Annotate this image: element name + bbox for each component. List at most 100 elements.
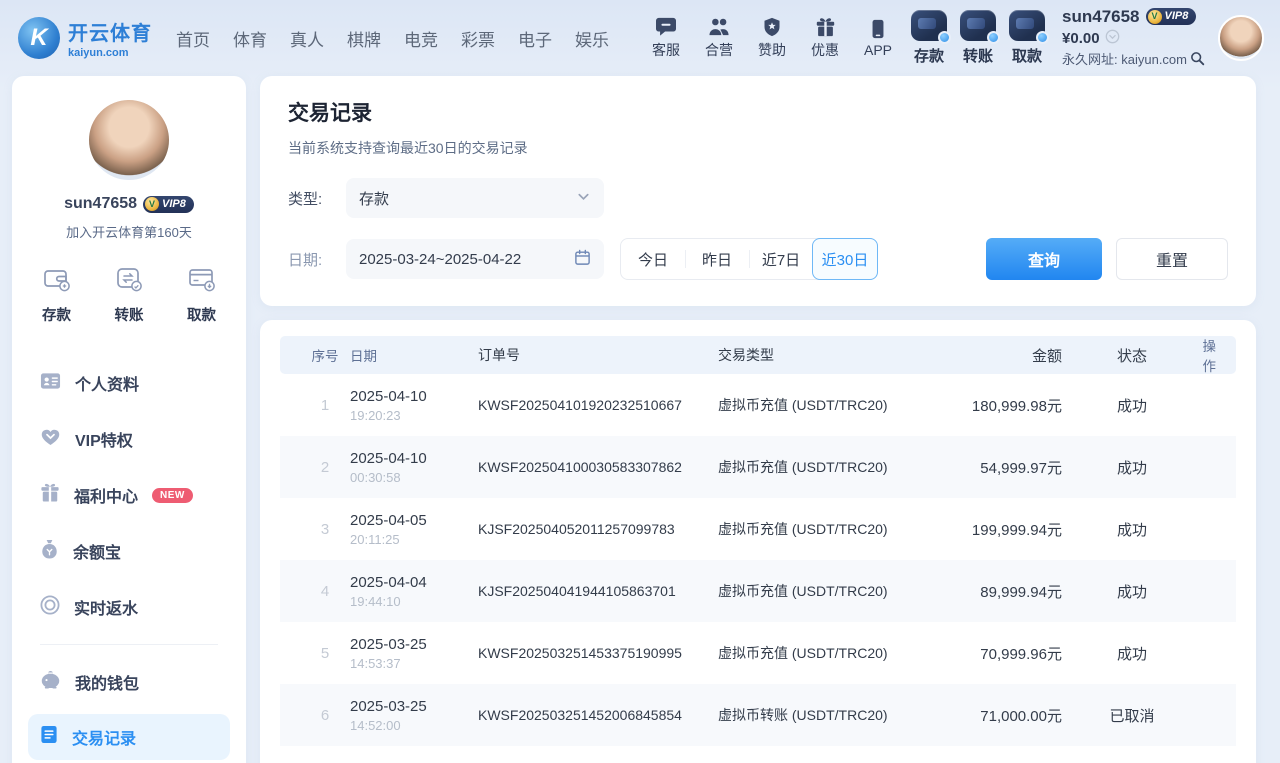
withdraw-icon: [1009, 10, 1045, 41]
brand-domain: kaiyun.com: [68, 47, 152, 59]
id-card-icon: [40, 372, 61, 395]
row-status: 成功: [1062, 395, 1202, 416]
sidebar-item-vip[interactable]: VIP特权: [40, 411, 218, 467]
withdraw-button[interactable]: 取款: [1009, 10, 1045, 66]
piggy-bank-icon: [40, 670, 61, 694]
sidebar-item-wallet[interactable]: 我的钱包: [40, 654, 218, 710]
row-amount: 54,999.97元: [932, 457, 1062, 478]
nav-item-sports[interactable]: 体育: [233, 26, 267, 51]
row-status: 成功: [1062, 581, 1202, 602]
transaction-filter-panel: 交易记录 当前系统支持查询最近30日的交易记录 类型: 存款 日期: 2025-…: [260, 76, 1256, 306]
type-select[interactable]: 存款: [346, 178, 604, 218]
gift-icon: [40, 483, 60, 507]
profile-vip-badge: VVIP8: [143, 196, 194, 213]
type-label: 类型:: [288, 188, 334, 209]
transfer-icon: [115, 266, 143, 297]
sponsor-badge-icon: [762, 17, 782, 37]
permanent-url: 永久网址: kaiyun.com: [1062, 52, 1187, 68]
row-index: 1: [300, 397, 350, 414]
transaction-list-icon: [40, 725, 58, 749]
date-range-input[interactable]: 2025-03-24~2025-04-22: [346, 239, 604, 279]
sidebar-item-yuebao[interactable]: 余额宝: [40, 523, 218, 579]
table-header: 序号 日期 订单号 交易类型 金额 状态 操作: [280, 336, 1236, 374]
profile-sidebar: sun47658 VVIP8 加入开云体育第160天 存款 转账 取款 个人资料: [12, 76, 246, 763]
nav-item-home[interactable]: 首页: [176, 26, 210, 51]
search-button[interactable]: 查询: [986, 238, 1102, 280]
page-subtitle: 当前系统支持查询最近30日的交易记录: [288, 138, 1228, 158]
reset-button[interactable]: 重置: [1116, 238, 1228, 280]
partners-button[interactable]: 合营: [699, 17, 739, 60]
gift-icon: [815, 17, 836, 37]
table-row: 4 2025-04-04 19:44:10 KJSF20250404194410…: [280, 560, 1236, 622]
row-amount: 199,999.94元: [932, 519, 1062, 540]
sidebar-item-welfare[interactable]: 福利中心 NEW: [40, 467, 218, 523]
search-icon[interactable]: [1190, 51, 1205, 70]
rebate-coin-icon: [40, 595, 60, 620]
transaction-table: 序号 日期 订单号 交易类型 金额 状态 操作 1 2025-04-10 19:…: [260, 320, 1256, 763]
user-avatar[interactable]: [1218, 15, 1264, 61]
row-amount: 70,999.96元: [932, 643, 1062, 664]
app-download-button[interactable]: APP: [858, 19, 898, 58]
nav-item-esports[interactable]: 电竞: [404, 26, 438, 51]
date-label: 日期:: [288, 249, 334, 270]
calendar-icon[interactable]: [574, 249, 591, 270]
row-type: 虚拟币转账 (USDT/TRC20): [718, 705, 932, 725]
sidebar-deposit-button[interactable]: 存款: [42, 266, 71, 325]
brand-name: 开云体育: [68, 17, 152, 46]
sidebar-item-profile[interactable]: 个人资料: [40, 355, 218, 411]
row-index: 2: [300, 459, 350, 476]
row-order-no: KJSF202504041944105863701: [478, 583, 718, 599]
transfer-icon: [960, 10, 996, 41]
table-row: 3 2025-04-05 20:11:25 KJSF20250405201125…: [280, 498, 1236, 560]
nav-item-entertainment[interactable]: 娱乐: [575, 26, 609, 51]
row-index: 3: [300, 521, 350, 538]
chat-icon: [655, 17, 677, 37]
row-type: 虚拟币充值 (USDT/TRC20): [718, 457, 932, 477]
promotions-button[interactable]: 优惠: [805, 17, 845, 60]
table-row: 6 2025-03-25 14:52:00 KWSF20250325145200…: [280, 684, 1236, 746]
membership-days-text: 加入开云体育第160天: [26, 222, 232, 241]
nav-item-chess[interactable]: 棋牌: [347, 26, 381, 51]
row-amount: 89,999.94元: [932, 581, 1062, 602]
transfer-button[interactable]: 转账: [960, 10, 996, 66]
bank-card-icon: [188, 266, 216, 297]
site-logo[interactable]: K 开云体育 kaiyun.com: [18, 17, 152, 59]
row-order-no: KWSF202504100030583307862: [478, 459, 718, 475]
row-status: 成功: [1062, 519, 1202, 540]
row-status: 已取消: [1062, 705, 1202, 726]
range-today-button[interactable]: 今日: [621, 239, 685, 279]
main-nav: 首页 体育 真人 棋牌 电竞 彩票 电子 娱乐: [176, 26, 609, 51]
chevron-down-icon: [576, 189, 591, 208]
row-status: 成功: [1062, 457, 1202, 478]
row-date: 2025-04-05 20:11:25: [350, 512, 478, 547]
sidebar-item-rebate[interactable]: 实时返水: [40, 579, 218, 635]
row-index: 4: [300, 583, 350, 600]
vip-heart-icon: [40, 427, 61, 451]
sidebar-withdraw-button[interactable]: 取款: [187, 266, 216, 325]
new-badge: NEW: [152, 488, 193, 503]
refresh-balance-icon[interactable]: [1105, 29, 1120, 50]
row-status: 成功: [1062, 643, 1202, 664]
profile-avatar[interactable]: [87, 98, 171, 182]
row-date: 2025-03-25 14:53:37: [350, 636, 478, 671]
row-order-no: KJSF202504052011257099783: [478, 521, 718, 537]
sponsor-button[interactable]: 赞助: [752, 17, 792, 60]
deposit-button[interactable]: 存款: [911, 10, 947, 66]
logo-monogram-icon: K: [18, 17, 60, 59]
sidebar-divider: [40, 644, 218, 645]
customer-service-button[interactable]: 客服: [646, 17, 686, 60]
nav-item-slots[interactable]: 电子: [518, 26, 552, 51]
row-type: 虚拟币充值 (USDT/TRC20): [718, 395, 932, 415]
row-order-no: KWSF202503251453375190995: [478, 645, 718, 661]
row-date: 2025-04-10 00:30:58: [350, 450, 478, 485]
sidebar-transfer-button[interactable]: 转账: [115, 266, 144, 325]
nav-item-lottery[interactable]: 彩票: [461, 26, 495, 51]
range-30days-button[interactable]: 近30日: [812, 238, 878, 280]
user-info-block: sun47658 VVIP8 ¥0.00 永久网址: kaiyun.com: [1062, 6, 1205, 70]
range-yesterday-button[interactable]: 昨日: [685, 239, 749, 279]
table-row: 5 2025-03-25 14:53:37 KWSF20250325145337…: [280, 622, 1236, 684]
range-7days-button[interactable]: 近7日: [749, 239, 813, 279]
sidebar-item-transactions[interactable]: 交易记录: [28, 714, 230, 760]
username: sun47658: [1062, 6, 1140, 27]
nav-item-live[interactable]: 真人: [290, 26, 324, 51]
